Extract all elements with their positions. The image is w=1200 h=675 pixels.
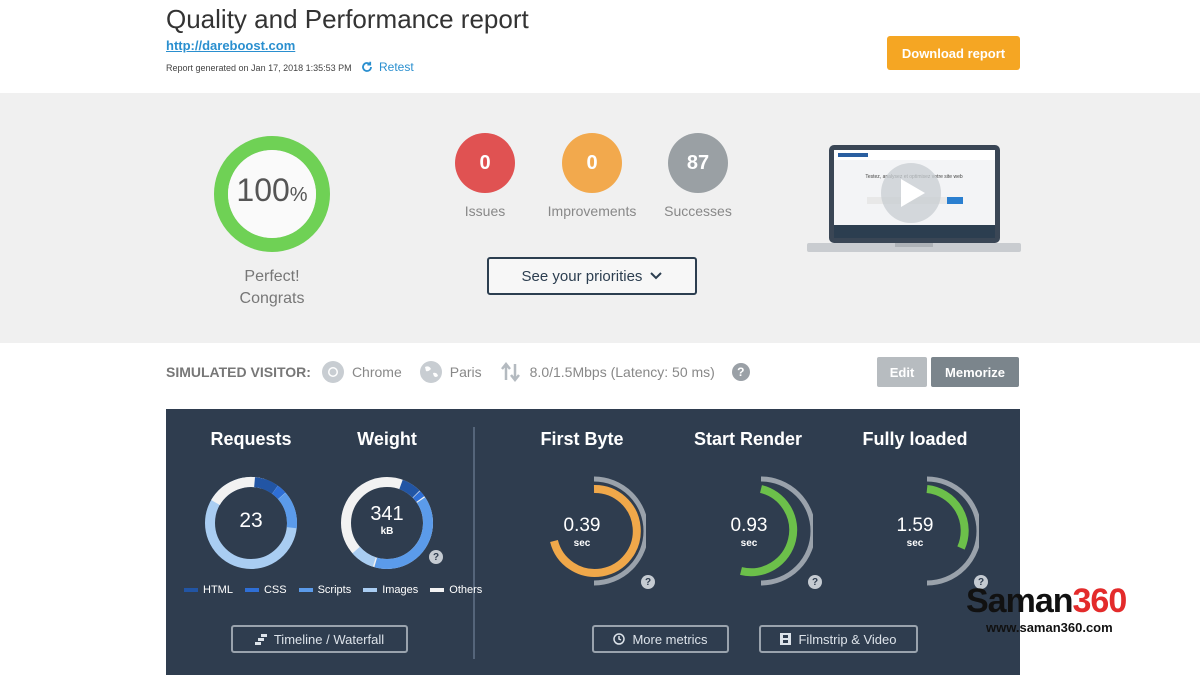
page-title: Quality and Performance report (166, 4, 529, 34)
visitor-location: Paris (419, 360, 482, 384)
issues-count-badge[interactable]: 0 (455, 133, 515, 193)
start-render-title: Start Render (693, 429, 803, 449)
download-report-button[interactable]: Download report (887, 36, 1020, 70)
score-message: Perfect! Congrats (239, 268, 305, 307)
watermark: Saman360 www.saman360.com (966, 582, 1156, 635)
visitor-browser: Chrome (321, 360, 402, 384)
legend-item: Images (363, 584, 418, 596)
legend-item: Others (430, 584, 482, 596)
simulated-visitor-bar: SIMULATED VISITOR: Chrome Paris 8.0/1.5M… (166, 360, 750, 384)
legend-item: Scripts (298, 584, 351, 596)
requests-value: 23 (239, 509, 263, 532)
fully-loaded-value: 1.59 (896, 515, 934, 536)
first-byte-value: 0.39 (563, 515, 601, 536)
refresh-icon (362, 61, 372, 72)
score-value: 100% (236, 172, 308, 208)
site-url-link[interactable]: http://dareboost.com (166, 38, 295, 53)
timeline-waterfall-button[interactable]: Timeline / Waterfall (231, 625, 408, 653)
clock-icon (613, 633, 626, 645)
visitor-connection: 8.0/1.5Mbps (Latency: 50 ms) (499, 360, 715, 384)
watermark-url: www.saman360.com (986, 620, 1113, 635)
memorize-button[interactable]: Memorize (931, 357, 1019, 387)
improvements-label: Improvements (547, 203, 637, 219)
simulated-visitor-label: SIMULATED VISITOR: (166, 364, 311, 380)
more-metrics-button[interactable]: More metrics (592, 625, 729, 653)
up-down-arrows-icon (500, 361, 520, 383)
fully-loaded-unit: sec (906, 538, 924, 549)
video-preview-laptop[interactable]: Testez, analysez et optimisez votre site… (807, 145, 1021, 257)
legend-item: CSS (244, 584, 287, 596)
start-render-unit: sec (740, 538, 758, 549)
chrome-icon (321, 361, 344, 383)
content-type-legend: HTML CSS Scripts Images Others (184, 584, 482, 596)
successes-count-badge[interactable]: 87 (668, 133, 728, 193)
edit-button[interactable]: Edit (877, 357, 927, 387)
report-header: Quality and Performance report http://da… (0, 0, 1200, 93)
weight-title: Weight (357, 429, 417, 449)
start-render-value: 0.93 (730, 515, 768, 536)
panel-divider (473, 427, 475, 659)
chevron-down-icon (650, 272, 663, 280)
visitor-help-icon[interactable]: ? (731, 363, 750, 381)
legend-item: HTML (184, 584, 233, 596)
first-byte-title: First Byte (540, 429, 624, 449)
watermark-logo: Saman360 (966, 582, 1127, 620)
improvements-count-badge[interactable]: 0 (562, 133, 622, 193)
see-priorities-button[interactable]: See your priorities (487, 257, 697, 295)
filmstrip-video-button[interactable]: Filmstrip & Video (759, 625, 918, 653)
fully-loaded-title: Fully loaded (862, 429, 968, 449)
globe-icon (419, 361, 442, 383)
generated-timestamp: Report generated on Jan 17, 2018 1:35:53… (166, 63, 352, 73)
first-byte-unit: sec (573, 538, 591, 549)
film-icon (780, 633, 792, 645)
start-render-help-icon[interactable]: ? (808, 575, 822, 589)
metrics-panel: Requests Weight First Byte Start Render … (166, 409, 1020, 675)
retest-link[interactable]: Retest (361, 60, 414, 74)
weight-unit: kB (380, 526, 394, 537)
weight-help-icon[interactable]: ? (429, 550, 443, 564)
successes-label: Successes (664, 203, 732, 219)
requests-title: Requests (210, 429, 292, 449)
first-byte-help-icon[interactable]: ? (641, 575, 655, 589)
retest-label: Retest (379, 60, 414, 74)
waterfall-icon (254, 633, 267, 645)
issues-label: Issues (464, 203, 506, 219)
weight-value: 341 (370, 503, 404, 525)
